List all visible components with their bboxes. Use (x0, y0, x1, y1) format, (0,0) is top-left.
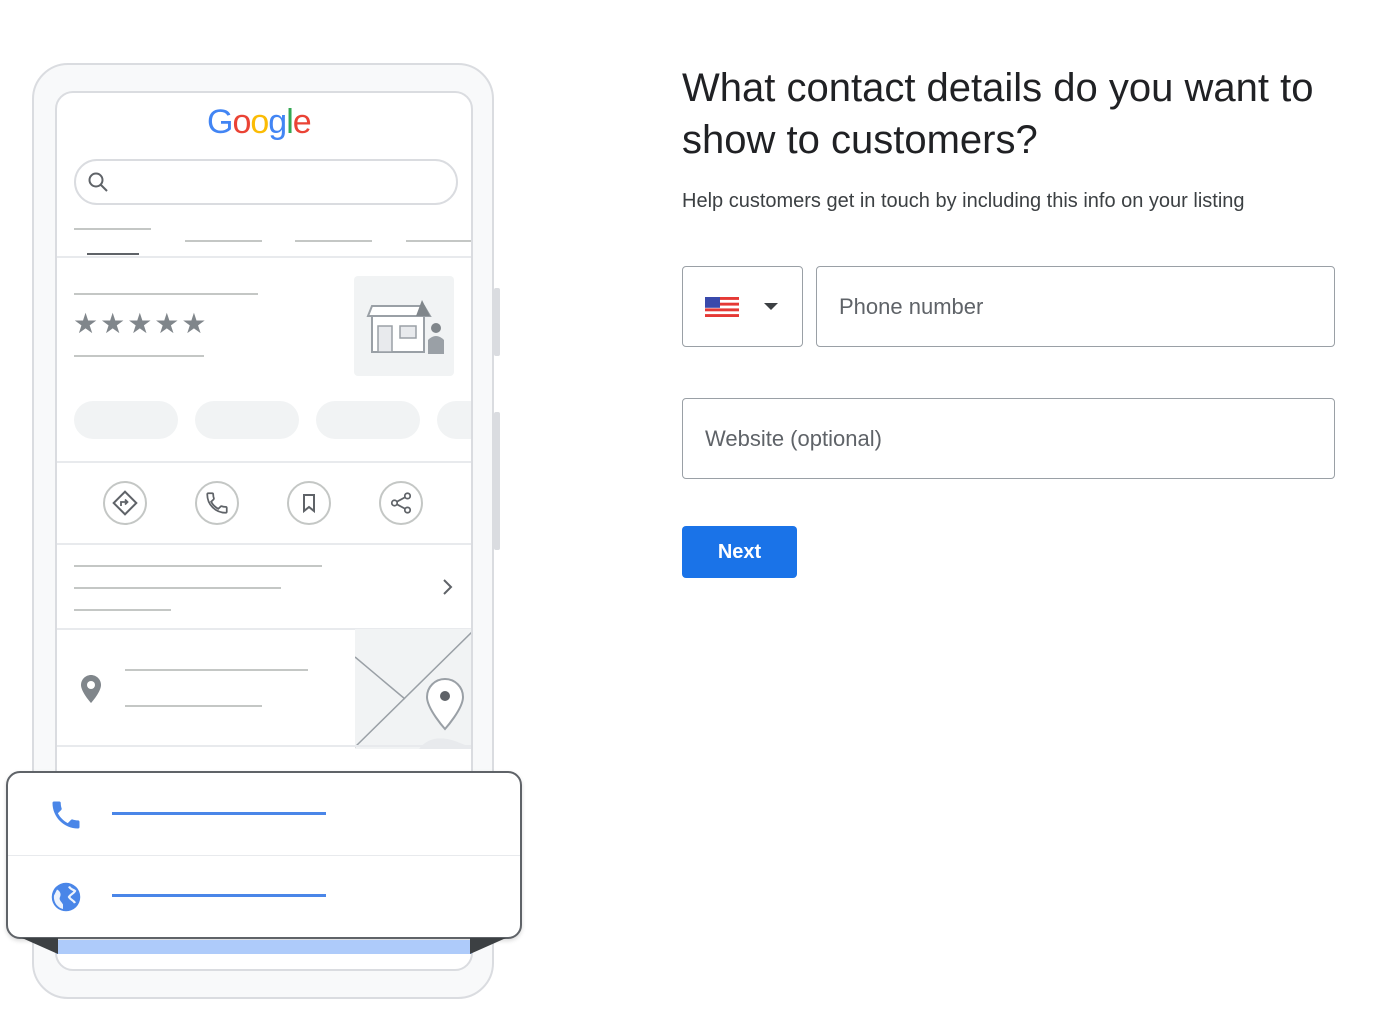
tab-placeholder (74, 228, 151, 230)
chevron-right-icon (443, 579, 453, 595)
highlight-strip (56, 940, 472, 954)
subtitle-placeholder (74, 355, 204, 357)
tab-placeholder (185, 240, 262, 242)
rating-stars: ★★★★★ (73, 308, 209, 339)
phone-side-button (494, 412, 500, 550)
page-title: What contact details do you want to show… (682, 66, 1314, 162)
chip-placeholder (195, 401, 299, 439)
info-line-placeholder (74, 609, 171, 611)
chevron-down-icon (764, 302, 778, 310)
share-action (379, 481, 423, 525)
search-bar (74, 159, 458, 205)
directions-icon (112, 490, 138, 516)
phone-line-placeholder (112, 812, 326, 815)
share-icon (390, 492, 412, 514)
tab-placeholder (406, 240, 471, 242)
location-pin-icon (81, 675, 101, 703)
globe-icon (51, 882, 81, 912)
search-icon (88, 172, 108, 192)
map-icon (354, 631, 471, 749)
map-thumbnail (354, 629, 471, 749)
chip-placeholder (437, 401, 471, 439)
divider (57, 256, 471, 258)
us-flag-icon (705, 296, 739, 317)
title-placeholder (74, 293, 258, 295)
phone-side-button (494, 288, 500, 356)
website-line-placeholder (112, 894, 326, 897)
storefront-icon (366, 300, 444, 354)
info-line-placeholder (74, 565, 322, 567)
tab-indicator (87, 253, 139, 255)
website-input[interactable] (682, 398, 1335, 479)
popup-fold-right (470, 938, 506, 954)
contact-popup-card (6, 771, 522, 939)
storefront-image (354, 276, 454, 376)
bookmark-icon (303, 494, 315, 514)
directions-action (103, 481, 147, 525)
page-subtitle: Help customers get in touch by including… (682, 190, 1245, 212)
chip-placeholder (74, 401, 178, 439)
google-logo: Google (207, 103, 312, 141)
save-action (287, 481, 331, 525)
info-line-placeholder (74, 587, 281, 589)
divider (57, 461, 471, 463)
tab-placeholder (295, 240, 372, 242)
phone-number-input[interactable] (816, 266, 1335, 347)
next-button[interactable]: Next (682, 526, 797, 578)
address-line-placeholder (125, 705, 262, 707)
phone-icon (206, 492, 228, 514)
chip-placeholder (316, 401, 420, 439)
divider (8, 855, 520, 856)
country-code-select[interactable] (682, 266, 803, 347)
call-action (195, 481, 239, 525)
phone-icon (52, 801, 80, 829)
popup-fold-left (22, 938, 58, 954)
divider (57, 543, 471, 545)
divider (57, 745, 471, 747)
address-line-placeholder (125, 669, 308, 671)
